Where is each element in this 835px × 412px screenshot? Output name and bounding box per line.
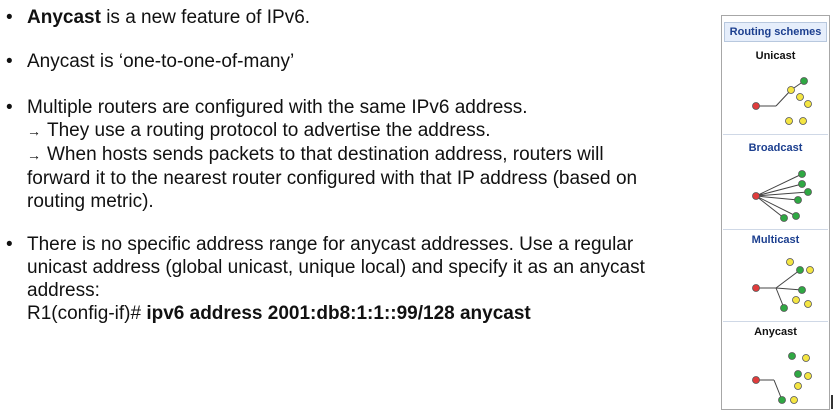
divider: [723, 229, 828, 230]
scheme-anycast: Anycast: [722, 326, 829, 408]
bullet-2-text: Anycast is ‘one-to-one-of-many’: [27, 51, 295, 72]
anycast-bold: Anycast: [27, 7, 101, 28]
scheme-label: Multicast: [751, 234, 800, 246]
panel-title: Routing schemes: [724, 22, 827, 42]
bullet-4-command-line: R1(config-if)# ipv6 address 2001:db8:1:1…: [27, 302, 667, 325]
bullet-3-sub2-text: When hosts sends packets to that destina…: [27, 144, 638, 212]
routing-schemes-panel: Routing schemes Unicast Broadcast Multic…: [721, 15, 830, 410]
bullet-3-text: Multiple routers are configured with the…: [27, 96, 667, 213]
bullet-dot: •: [6, 97, 13, 118]
bullet-dot: •: [6, 7, 13, 28]
bullet-3-sub1-text: They use a routing protocol to advertise…: [47, 120, 491, 141]
scheme-multicast: Multicast: [722, 234, 829, 316]
unicast-diagram: [751, 77, 812, 125]
bullet-dot: •: [6, 234, 13, 255]
bullet-dot: •: [6, 51, 13, 72]
bullet-4-text: There is no specific address range for a…: [27, 233, 667, 325]
scheme-unicast: Unicast: [722, 50, 829, 126]
cli-prompt: R1(config-if)#: [27, 303, 147, 324]
bullet-1-text: Anycast is a new feature of IPv6.: [27, 6, 667, 29]
anycast-diagram: [751, 352, 812, 404]
broadcast-diagram: [751, 170, 812, 222]
scheme-label: Broadcast: [748, 142, 803, 154]
bullet-3-sub2: → When hosts sends packets to that destin…: [27, 143, 667, 213]
scheme-label: Unicast: [755, 50, 796, 62]
bullet-3-sub1: → They use a routing protocol to advertis…: [27, 119, 667, 143]
bullet-3-line1: Multiple routers are configured with the…: [27, 97, 528, 118]
arrow-icon: →: [27, 123, 41, 139]
divider: [723, 134, 828, 135]
scheme-label: Anycast: [754, 326, 797, 338]
divider: [723, 321, 828, 322]
bullet-1-rest: is a new feature of IPv6.: [100, 7, 311, 28]
scrollbar-marker: [831, 395, 833, 409]
cli-command: ipv6 address 2001:db8:1:1::99/128 anycas…: [146, 303, 531, 324]
multicast-diagram: [751, 258, 814, 312]
arrow-icon: →: [27, 147, 41, 163]
bullet-4-body: There is no specific address range for a…: [27, 234, 645, 301]
scheme-broadcast: Broadcast: [722, 142, 829, 224]
